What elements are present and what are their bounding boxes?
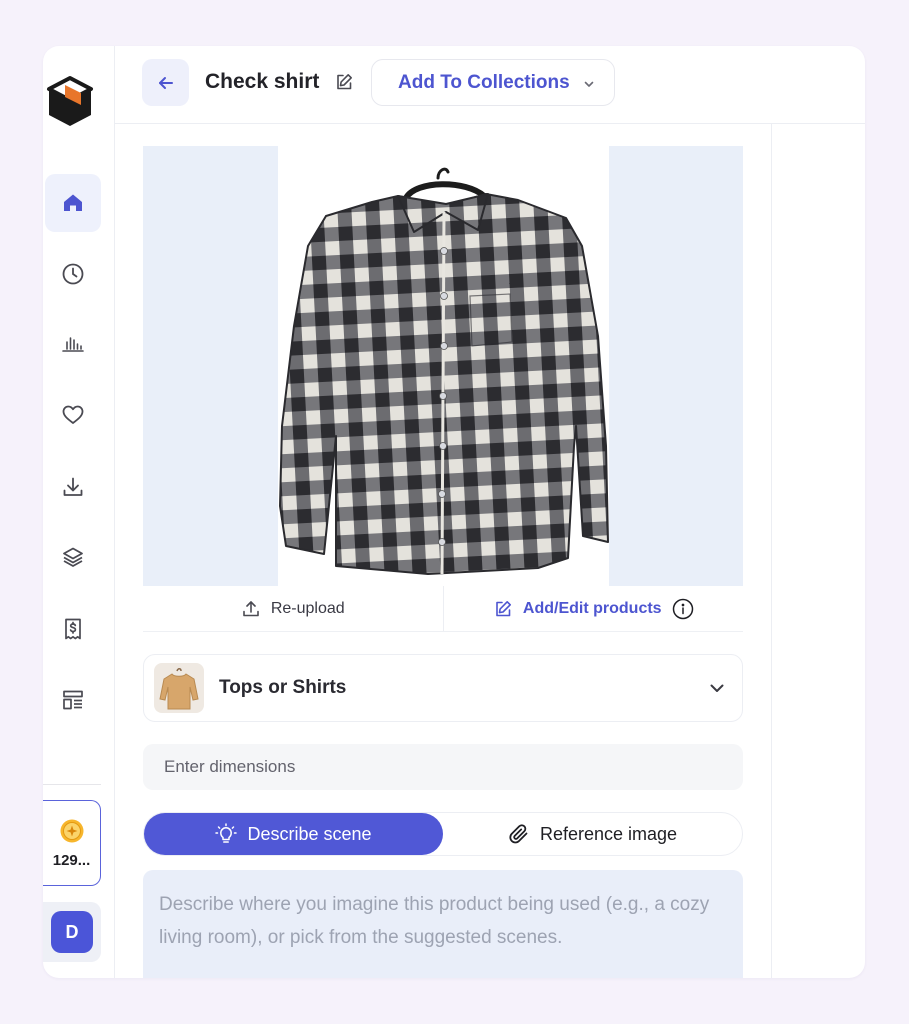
chevron-down-icon: [710, 684, 724, 692]
home-icon: [64, 194, 82, 211]
layout-icon: [63, 690, 83, 710]
sweater-thumbnail-icon: [159, 668, 199, 710]
bar-chart-icon: [62, 337, 84, 352]
heart-icon: [62, 405, 84, 424]
reupload-label: Re-upload: [270, 599, 345, 617]
scene-description-input[interactable]: [143, 870, 743, 978]
edit-icon: [496, 600, 511, 616]
sidebar-item-downloads[interactable]: [45, 458, 101, 516]
clock-icon: [62, 263, 84, 285]
right-panel-divider: [771, 124, 772, 978]
add-to-collections-dropdown[interactable]: Add To Collections: [371, 59, 615, 106]
reupload-button[interactable]: Re-upload: [143, 586, 444, 631]
product-image: [278, 146, 609, 586]
lightbulb-icon: [215, 823, 238, 843]
header: Check shirt Add To Collections: [115, 46, 865, 124]
add-edit-products-label: Add/Edit products: [522, 599, 662, 617]
layers-icon: [63, 547, 83, 567]
sidebar-item-templates[interactable]: [45, 671, 101, 729]
product-image-area: [143, 146, 743, 586]
info-icon[interactable]: [672, 598, 694, 620]
sidebar-divider: [43, 784, 101, 785]
dimensions-input[interactable]: [143, 744, 743, 790]
credits-button[interactable]: 129...: [43, 800, 101, 886]
coin-icon: [60, 819, 83, 842]
sidebar-item-home[interactable]: [45, 174, 101, 232]
reference-image-label: Reference image: [539, 823, 678, 844]
sidebar-item-billing[interactable]: [45, 600, 101, 658]
page-title: Check shirt: [205, 70, 320, 93]
paperclip-icon: [509, 824, 528, 844]
chevron-down-icon: [584, 81, 594, 87]
receipt-dollar-icon: [65, 618, 81, 640]
category-thumbnail: [154, 663, 204, 713]
product-action-bar: Re-upload Add/Edit products: [143, 586, 743, 632]
describe-scene-label: Describe scene: [247, 823, 372, 844]
tab-describe-scene[interactable]: Describe scene: [144, 813, 443, 855]
avatar[interactable]: D: [51, 911, 93, 953]
back-button[interactable]: [142, 59, 189, 106]
upload-icon: [243, 600, 259, 616]
add-to-collections-label: Add To Collections: [398, 71, 570, 93]
checkered-shirt-image: [279, 167, 609, 575]
category-dropdown[interactable]: Tops or Shirts: [143, 654, 743, 722]
tab-reference-image[interactable]: Reference image: [443, 813, 742, 855]
edit-title-icon[interactable]: [334, 72, 354, 92]
credits-value: 129...: [52, 851, 91, 869]
sidebar-item-history[interactable]: [45, 245, 101, 303]
sidebar-item-analytics[interactable]: [45, 315, 101, 373]
logo-icon: [47, 76, 93, 126]
sidebar-item-favorites[interactable]: [45, 386, 101, 444]
sidebar: 129... D: [43, 46, 115, 978]
sidebar-item-layers[interactable]: [45, 528, 101, 586]
arrow-left-icon: [158, 76, 173, 89]
avatar-container: D: [43, 902, 101, 962]
app-window: 129... D Check shirt Add To Collections: [43, 46, 865, 978]
add-edit-products-button[interactable]: Add/Edit products: [444, 586, 744, 631]
scene-mode-toggle: Describe scene Reference image: [143, 812, 743, 856]
download-icon: [63, 477, 83, 496]
category-label: Tops or Shirts: [219, 677, 347, 698]
